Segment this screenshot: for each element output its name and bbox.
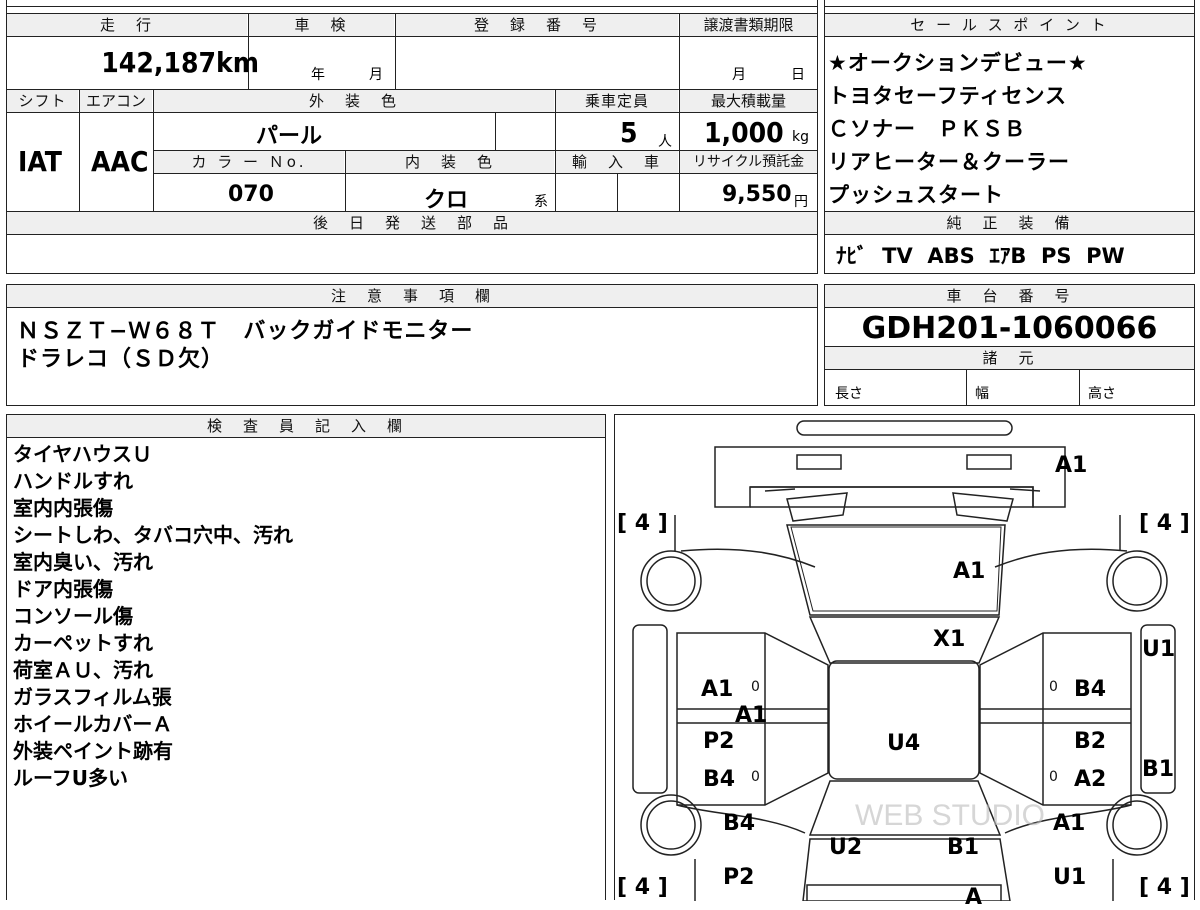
mark-right-rear-door-b2: B2 xyxy=(1074,729,1107,754)
inspector-line: ドア内張傷 xyxy=(13,577,113,601)
genuine-equipment-value: ﾅﾋﾞ TV ABS ｴｱB PS PW xyxy=(836,244,1125,268)
mark-right-rear-zero: 0 xyxy=(1049,769,1058,785)
mileage-header: 走 行 xyxy=(7,14,247,36)
sales-point-item: プッシュスタート xyxy=(828,183,1004,207)
max-load-unit: kg xyxy=(792,129,809,145)
mark-hood: A1 xyxy=(953,559,986,584)
inspector-line: 室内臭い、汚れ xyxy=(13,550,153,574)
recycle-header: リサイクル預託金 xyxy=(680,151,817,173)
car-outline-diagram: WEB STUDIO xyxy=(632,420,1176,901)
capacity-value: 5 xyxy=(620,116,638,149)
sales-points-panel: セ ー ル ス ポ イ ン ト ★オークションデビュー★ トヨタセーフティセンス… xyxy=(824,0,1195,274)
shift-header: シフト xyxy=(7,90,78,112)
tire-front-right: [ 4 ] xyxy=(1139,511,1190,536)
shaken-header: 車 検 xyxy=(249,14,394,36)
inspector-line: 室内内張傷 xyxy=(13,496,113,520)
later-parts-header: 後 日 発 送 部 品 xyxy=(7,212,817,234)
tire-rear-right: [ 4 ] xyxy=(1139,875,1190,900)
mark-rear-glass-u2: U2 xyxy=(829,835,863,860)
mark-right-quarter-a1: A1 xyxy=(1053,811,1086,836)
recycle-value: 9,550 xyxy=(722,182,792,207)
watermark-text: WEB STUDIO xyxy=(855,799,1045,832)
mark-left-quarter-b4: B4 xyxy=(723,811,756,836)
deadline-header: 譲渡書類期限 xyxy=(680,14,817,36)
mark-rear-bumper: A xyxy=(965,885,983,910)
chassis-header: 車 台 番 号 xyxy=(825,285,1194,307)
color-no-header: カ ラ ー Ｎo. xyxy=(154,151,344,173)
spec-length-label: 長さ xyxy=(835,386,863,402)
inspector-line: 荷室ＡＵ、汚れ xyxy=(13,658,153,682)
max-load-value: 1,000 xyxy=(704,116,784,149)
mark-left-front-door: A1 xyxy=(735,703,768,728)
exterior-color-value: パール xyxy=(256,124,323,149)
mark-left-rear-zero: 0 xyxy=(751,769,760,785)
mark-left-rear-door-p2: P2 xyxy=(703,729,735,754)
inspector-header: 検 査 員 記 入 欄 xyxy=(7,415,605,437)
mark-roof: U4 xyxy=(887,731,921,756)
sales-point-item: リアヒーター＆クーラー xyxy=(828,150,1070,174)
notes-panel: 注 意 事 項 欄 ＮＳＺＴ−Ｗ６８Ｔ バックガイドモニター ドラレコ（ＳＤ欠） xyxy=(6,284,818,406)
inspector-line: ルーフU多い xyxy=(13,766,129,790)
exterior-color-header: 外 装 色 xyxy=(154,90,554,112)
interior-color-value: クロ xyxy=(424,188,469,213)
import-header: 輸 入 車 xyxy=(556,151,678,173)
inspector-line: コンソール傷 xyxy=(13,604,133,628)
inspector-panel: 検 査 員 記 入 欄 タイヤハウスＵ ハンドルすれ 室内内張傷 シートしわ、タ… xyxy=(6,414,606,900)
ac-value: AAC xyxy=(91,145,149,178)
shift-value: IAT xyxy=(18,145,62,178)
reg-no-header: 登 録 番 号 xyxy=(396,14,678,36)
inspector-line: カーペットすれ xyxy=(13,631,153,655)
interior-color-suffix: 系 xyxy=(534,194,548,210)
mark-front-bumper: A1 xyxy=(1055,453,1088,478)
inspector-line: ホイールカバーＡ xyxy=(13,712,173,736)
mileage-value: 142,187 xyxy=(101,46,216,79)
mileage-unit: km xyxy=(216,46,259,79)
sales-point-item: トヨタセーフティセンス xyxy=(828,84,1068,108)
mark-rear-glass-b1: B1 xyxy=(947,835,980,860)
inspector-line: ガラスフィルム張 xyxy=(13,685,172,709)
inspector-line: 外装ペイント跡有 xyxy=(13,739,173,763)
capacity-header: 乗車定員 xyxy=(556,90,678,112)
specs-header: 諸 元 xyxy=(825,347,1194,369)
mark-right-side: B1 xyxy=(1142,757,1175,782)
shaken-month: 月 xyxy=(369,67,383,83)
mark-left-rear-door-b4: B4 xyxy=(703,767,736,792)
sales-point-item: Ｃソナー ＰＫＳＢ xyxy=(828,117,1026,141)
notes-line: ドラレコ（ＳＤ欠） xyxy=(17,347,225,372)
damage-diagram-panel: WEB STUDIO [ 4 ] [ 4 ] [ 4 ] [ 4 ] A1 A1… xyxy=(614,414,1195,910)
color-no-value: 070 xyxy=(228,182,274,207)
sales-points-header: セ ー ル ス ポ イ ン ト xyxy=(825,14,1194,36)
sales-point-item: ★オークションデビュー★ xyxy=(828,51,1088,75)
tire-front-left: [ 4 ] xyxy=(617,511,668,536)
mark-windshield: X1 xyxy=(933,627,966,652)
inspector-line: シートしわ、タバコ穴中、汚れ xyxy=(13,523,293,547)
mark-right-front-zero: 0 xyxy=(1049,679,1058,695)
max-load-header: 最大積載量 xyxy=(680,90,817,112)
chassis-panel: 車 台 番 号 GDH201-1060066 諸 元 長さ 幅 高さ xyxy=(824,284,1195,406)
genuine-equipment-header: 純 正 装 備 xyxy=(825,212,1194,234)
recycle-unit: 円 xyxy=(794,194,808,210)
tire-rear-left: [ 4 ] xyxy=(617,875,668,900)
vehicle-info-table: 走 行 車 検 登 録 番 号 譲渡書類期限 142,187 km 年 月 月 … xyxy=(6,0,818,274)
mark-left-fender: A1 xyxy=(701,677,734,702)
interior-color-header: 内 装 色 xyxy=(346,151,554,173)
capacity-unit: 人 xyxy=(658,134,672,150)
spec-width-label: 幅 xyxy=(975,386,989,402)
mark-right-fender: U1 xyxy=(1142,637,1176,662)
notes-header: 注 意 事 項 欄 xyxy=(7,285,817,307)
mark-right-quarter-u1: U1 xyxy=(1053,865,1087,890)
inspector-line: タイヤハウスＵ xyxy=(13,442,152,466)
mark-left-quarter-p2: P2 xyxy=(723,865,755,890)
deadline-day: 日 xyxy=(791,67,805,83)
inspector-line: ハンドルすれ xyxy=(13,469,133,493)
mark-left-front-zero: 0 xyxy=(751,679,760,695)
mark-right-rear-door-a2: A2 xyxy=(1074,767,1107,792)
ac-header: エアコン xyxy=(80,90,152,112)
mark-right-front-door: B4 xyxy=(1074,677,1107,702)
chassis-number: GDH201-1060066 xyxy=(861,311,1158,346)
shaken-year: 年 xyxy=(311,67,325,83)
deadline-month: 月 xyxy=(732,67,746,83)
spec-height-label: 高さ xyxy=(1088,386,1116,402)
